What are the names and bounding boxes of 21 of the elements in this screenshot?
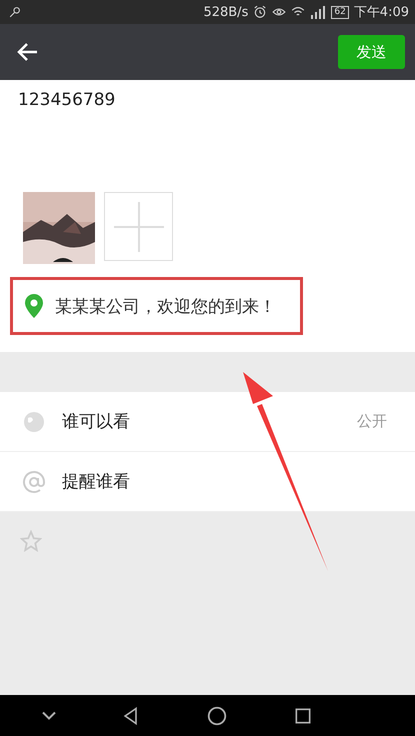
post-text-field[interactable]: 123456789	[0, 90, 415, 110]
location-pin-icon	[25, 294, 43, 318]
chevron-down-icon	[42, 711, 56, 720]
option-label: 提醒谁看	[62, 471, 131, 493]
location-text: 某某某公司，欢迎您的到来！	[55, 296, 276, 318]
signal-icon	[310, 5, 326, 19]
star-icon[interactable]	[20, 530, 42, 552]
back-arrow-icon[interactable]	[16, 42, 38, 62]
add-photo-button[interactable]	[104, 192, 173, 261]
square-icon	[292, 706, 313, 726]
option-label: 谁可以看	[62, 411, 131, 433]
option-row[interactable]: 谁可以看 公开	[0, 392, 415, 452]
option-row[interactable]: 提醒谁看	[0, 452, 415, 512]
option-value: 公开	[357, 412, 387, 431]
alarm-icon	[253, 5, 268, 19]
at-sign-icon	[22, 470, 46, 494]
clock-time: 下午4:09	[354, 4, 409, 21]
network-speed: 528B/s	[203, 4, 248, 20]
home-circle-icon	[206, 704, 228, 726]
battery-indicator: 62	[331, 6, 349, 18]
location-row[interactable]: 某某某公司，欢迎您的到来！	[10, 277, 303, 335]
